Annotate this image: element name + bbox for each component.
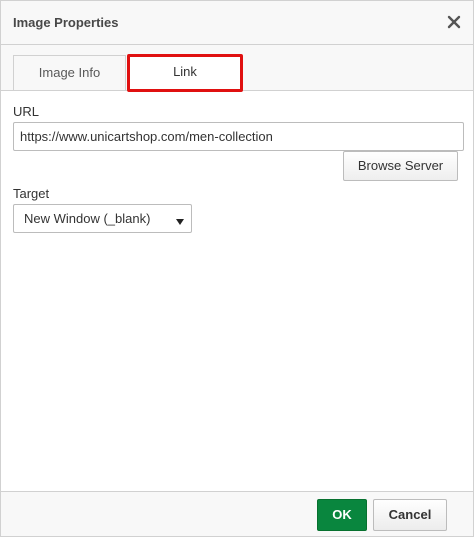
- target-label: Target: [13, 186, 50, 201]
- target-select[interactable]: New Window (_blank): [13, 204, 192, 233]
- cancel-button[interactable]: Cancel: [373, 499, 447, 531]
- dropdown-arrow-icon: [175, 214, 185, 225]
- ok-button[interactable]: OK: [317, 499, 367, 531]
- target-selected-value: New Window (_blank): [24, 211, 151, 226]
- dialog-title: Image Properties: [13, 15, 119, 30]
- tab-image-info[interactable]: Image Info: [13, 55, 126, 91]
- dialog-footer: OK Cancel: [1, 491, 473, 536]
- dialog-tabs: Image Info Link: [1, 45, 473, 92]
- tab-link[interactable]: Link: [127, 54, 243, 92]
- image-properties-dialog: Image Properties Image Info Link URL htt…: [0, 0, 474, 537]
- dialog-titlebar[interactable]: Image Properties: [1, 1, 473, 45]
- url-label: URL: [13, 104, 40, 119]
- link-tab-panel: URL https://www.unicartshop.com/men-coll…: [1, 91, 473, 491]
- url-input[interactable]: https://www.unicartshop.com/men-collecti…: [13, 122, 464, 151]
- browse-server-button[interactable]: Browse Server: [343, 151, 458, 181]
- close-icon[interactable]: [445, 13, 463, 31]
